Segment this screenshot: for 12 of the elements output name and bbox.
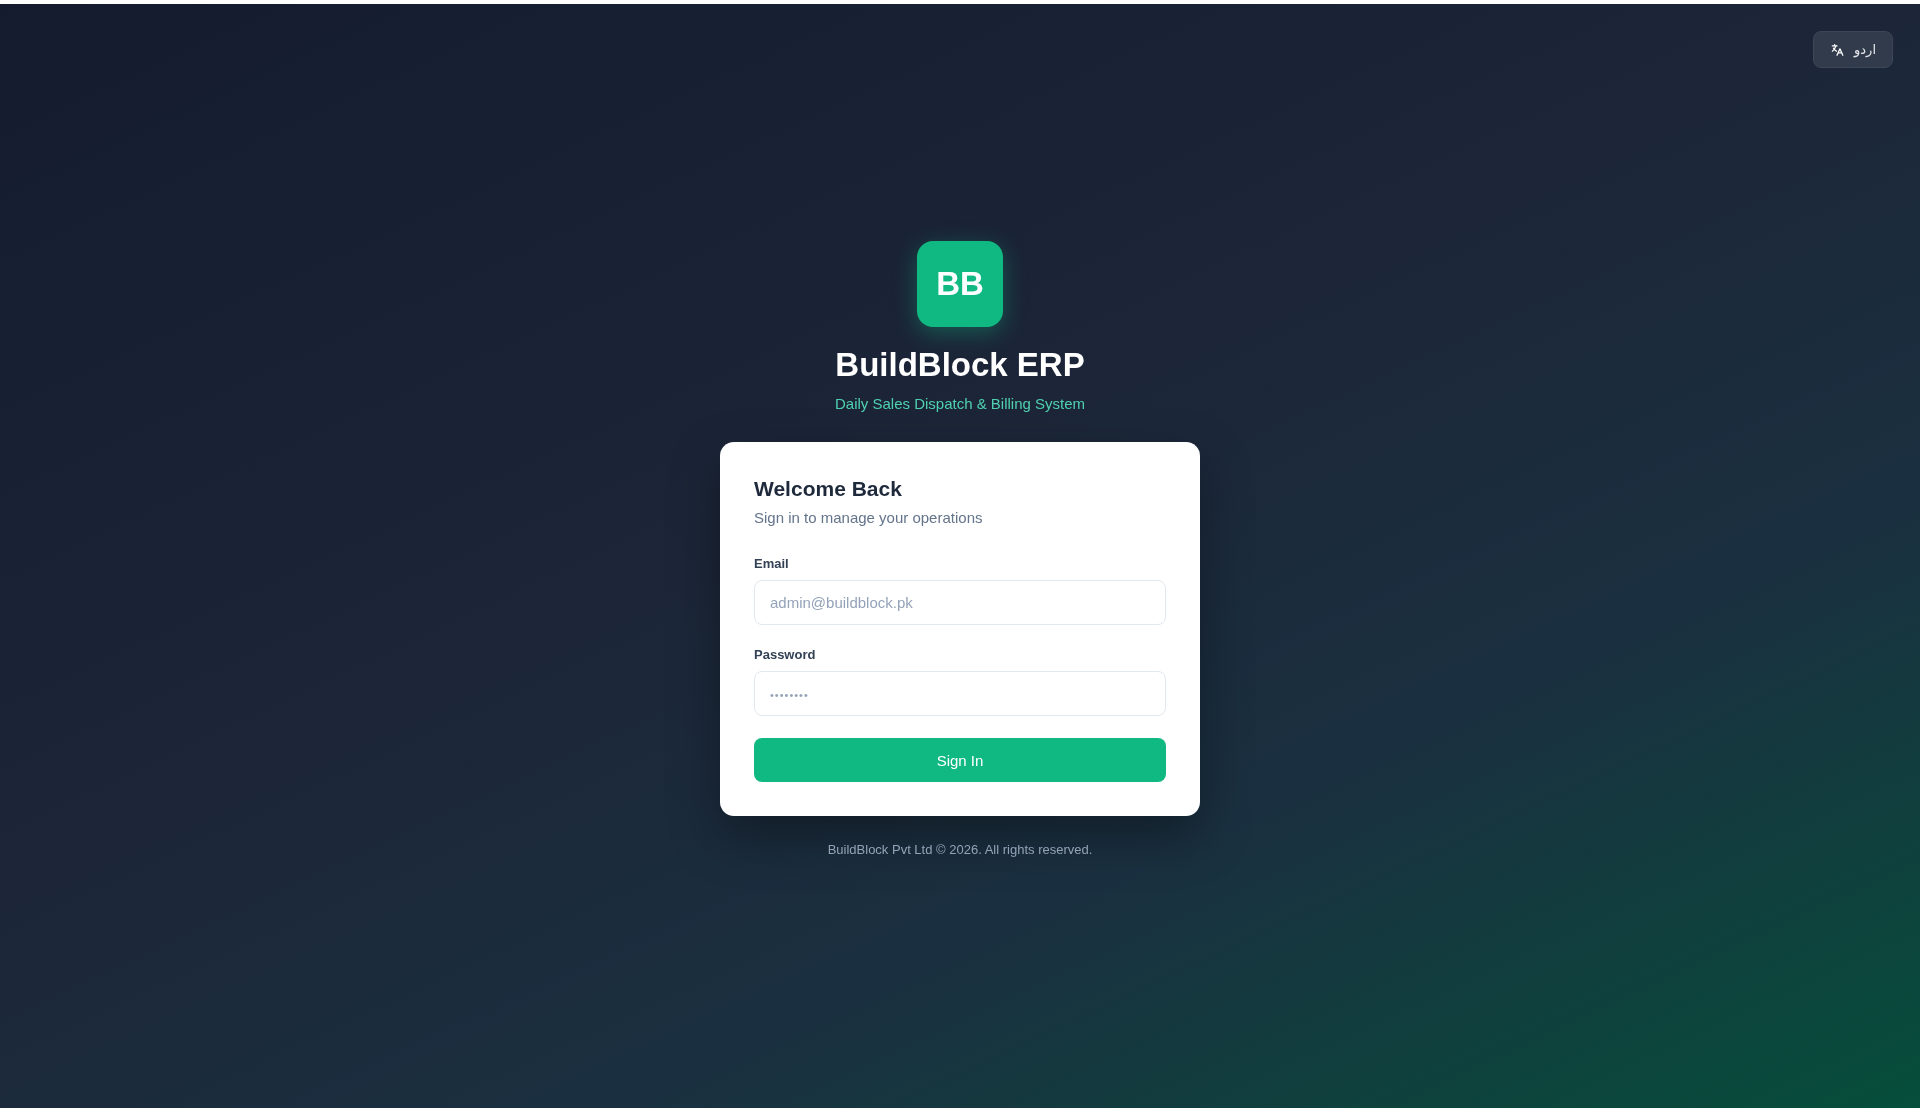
app-title: BuildBlock ERP [835,345,1085,385]
card-heading: Welcome Back [754,476,903,502]
language-button[interactable]: اردو [1813,31,1893,68]
logo-badge: BB [917,241,1003,327]
field-label: Email [754,556,790,571]
password-field[interactable]: •••••••• [754,671,1166,716]
email-field[interactable]: admin@buildblock.pk [754,580,1166,625]
translate-icon [1830,42,1845,57]
card-subheading: Sign in to manage your operations [754,509,984,526]
field-label: Password [754,647,817,662]
app-subtitle: Daily Sales Dispatch & Billing System [834,395,1086,412]
copyright-text: BuildBlock Pvt Ltd © 2026. All rights reserved. [827,842,1093,857]
